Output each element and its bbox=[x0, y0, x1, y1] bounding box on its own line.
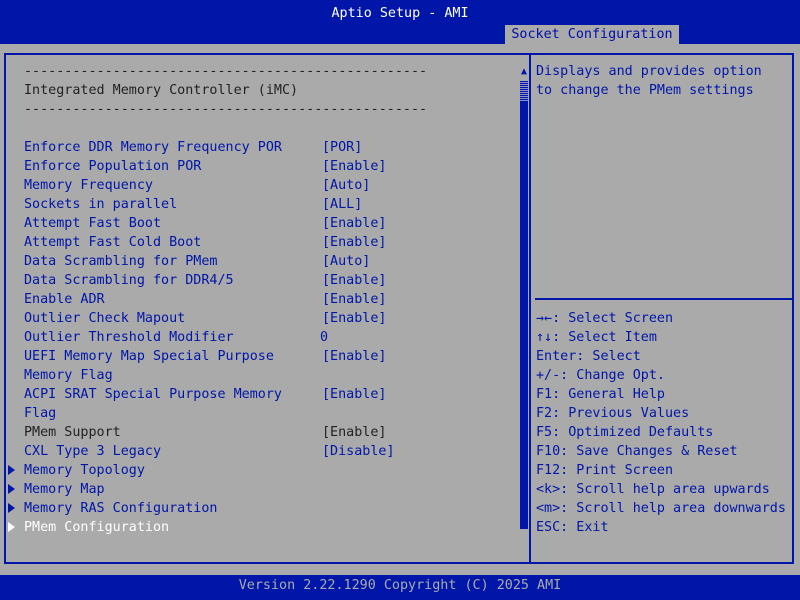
setting-label-continued[interactable]: Flag bbox=[24, 406, 56, 421]
help-text-line: Displays and provides option bbox=[536, 64, 762, 79]
setting-value[interactable]: [Enable] bbox=[322, 159, 387, 174]
setting-value[interactable]: [Enable] bbox=[322, 349, 387, 364]
submenu-arrow-icon bbox=[8, 503, 15, 513]
setting-value[interactable]: [Disable] bbox=[322, 444, 395, 459]
setting-label[interactable]: Outlier Check Mapout bbox=[24, 311, 185, 326]
setting-label[interactable]: Attempt Fast Boot bbox=[24, 216, 161, 231]
submenu-memory-ras-configuration[interactable]: Memory RAS Configuration bbox=[24, 501, 217, 516]
key-hint: ↑↓: Select Item bbox=[536, 330, 657, 345]
scrollbar[interactable]: ▲ ▼ bbox=[519, 66, 529, 539]
main-area: ----------------------------------------… bbox=[0, 44, 800, 575]
submenu-arrow-icon bbox=[8, 465, 15, 475]
setting-label[interactable]: Enable ADR bbox=[24, 292, 105, 307]
setting-value[interactable]: [ALL] bbox=[322, 197, 362, 212]
submenu-arrow-icon bbox=[8, 522, 15, 532]
setting-value: [Enable] bbox=[322, 425, 387, 440]
setting-label[interactable]: Sockets in parallel bbox=[24, 197, 177, 212]
submenu-memory-map[interactable]: Memory Map bbox=[24, 482, 105, 497]
setting-value[interactable]: [Enable] bbox=[322, 235, 387, 250]
key-hint: F12: Print Screen bbox=[536, 463, 674, 478]
help-text-line: to change the PMem settings bbox=[536, 83, 754, 98]
setting-value[interactable]: [Enable] bbox=[322, 216, 387, 231]
key-hint: +/-: Change Opt. bbox=[536, 368, 665, 383]
setting-value[interactable]: [Enable] bbox=[322, 292, 387, 307]
tab-socket-configuration[interactable]: Socket Configuration bbox=[505, 25, 679, 44]
key-hint: F1: General Help bbox=[536, 387, 665, 402]
setting-label[interactable]: Attempt Fast Cold Boot bbox=[24, 235, 201, 250]
key-hint: <m>: Scroll help area downwards bbox=[536, 501, 786, 516]
setting-value[interactable]: [Auto] bbox=[322, 178, 370, 193]
submenu-arrow-icon bbox=[8, 484, 15, 494]
submenu-memory-topology[interactable]: Memory Topology bbox=[24, 463, 145, 478]
setting-value[interactable]: [Enable] bbox=[322, 273, 387, 288]
section-title: Integrated Memory Controller (iMC) bbox=[24, 83, 299, 98]
panel-divider bbox=[529, 53, 531, 564]
setting-label[interactable]: CXL Type 3 Legacy bbox=[24, 444, 161, 459]
setting-label[interactable]: Outlier Threshold Modifier bbox=[24, 330, 234, 345]
app-title: Aptio Setup - AMI bbox=[331, 6, 469, 21]
setting-value[interactable]: [Auto] bbox=[322, 254, 370, 269]
separator-top: ----------------------------------------… bbox=[24, 64, 428, 79]
scroll-down-icon[interactable]: ▼ bbox=[519, 521, 529, 532]
key-hint: F2: Previous Values bbox=[536, 406, 690, 421]
setting-label[interactable]: Enforce DDR Memory Frequency POR bbox=[24, 140, 282, 155]
key-hint: ESC: Exit bbox=[536, 520, 609, 535]
setting-value[interactable]: [Enable] bbox=[322, 311, 387, 326]
help-divider bbox=[535, 298, 792, 300]
scrollbar-thumb[interactable] bbox=[520, 81, 528, 101]
setting-label[interactable]: Memory Frequency bbox=[24, 178, 153, 193]
key-hint: F10: Save Changes & Reset bbox=[536, 444, 738, 459]
key-hint: <k>: Scroll help area upwards bbox=[536, 482, 770, 497]
scroll-up-icon[interactable]: ▲ bbox=[519, 66, 529, 77]
setting-value[interactable]: 0 bbox=[320, 330, 328, 345]
key-hint: →←: Select Screen bbox=[536, 311, 674, 326]
setting-label: PMem Support bbox=[24, 425, 121, 440]
setting-value[interactable]: [Enable] bbox=[322, 387, 387, 402]
header-bar: Aptio Setup - AMI Socket Configuration bbox=[0, 0, 800, 44]
setting-label[interactable]: Data Scrambling for DDR4/5 bbox=[24, 273, 234, 288]
key-hint: F5: Optimized Defaults bbox=[536, 425, 714, 440]
setting-label[interactable]: UEFI Memory Map Special Purpose bbox=[24, 349, 274, 364]
setting-label[interactable]: Enforce Population POR bbox=[24, 159, 201, 174]
version-text: Version 2.22.1290 Copyright (C) 2025 AMI bbox=[238, 578, 562, 593]
setting-label[interactable]: Data Scrambling for PMem bbox=[24, 254, 217, 269]
submenu-pmem-configuration[interactable]: PMem Configuration bbox=[24, 520, 169, 535]
scrollbar-track[interactable] bbox=[520, 81, 528, 529]
setting-label-continued[interactable]: Memory Flag bbox=[24, 368, 113, 383]
footer-bar: Version 2.22.1290 Copyright (C) 2025 AMI bbox=[0, 575, 800, 600]
setting-value[interactable]: [POR] bbox=[322, 140, 362, 155]
key-hint: Enter: Select bbox=[536, 349, 641, 364]
separator-bottom: ----------------------------------------… bbox=[24, 102, 428, 117]
setting-label[interactable]: ACPI SRAT Special Purpose Memory bbox=[24, 387, 282, 402]
